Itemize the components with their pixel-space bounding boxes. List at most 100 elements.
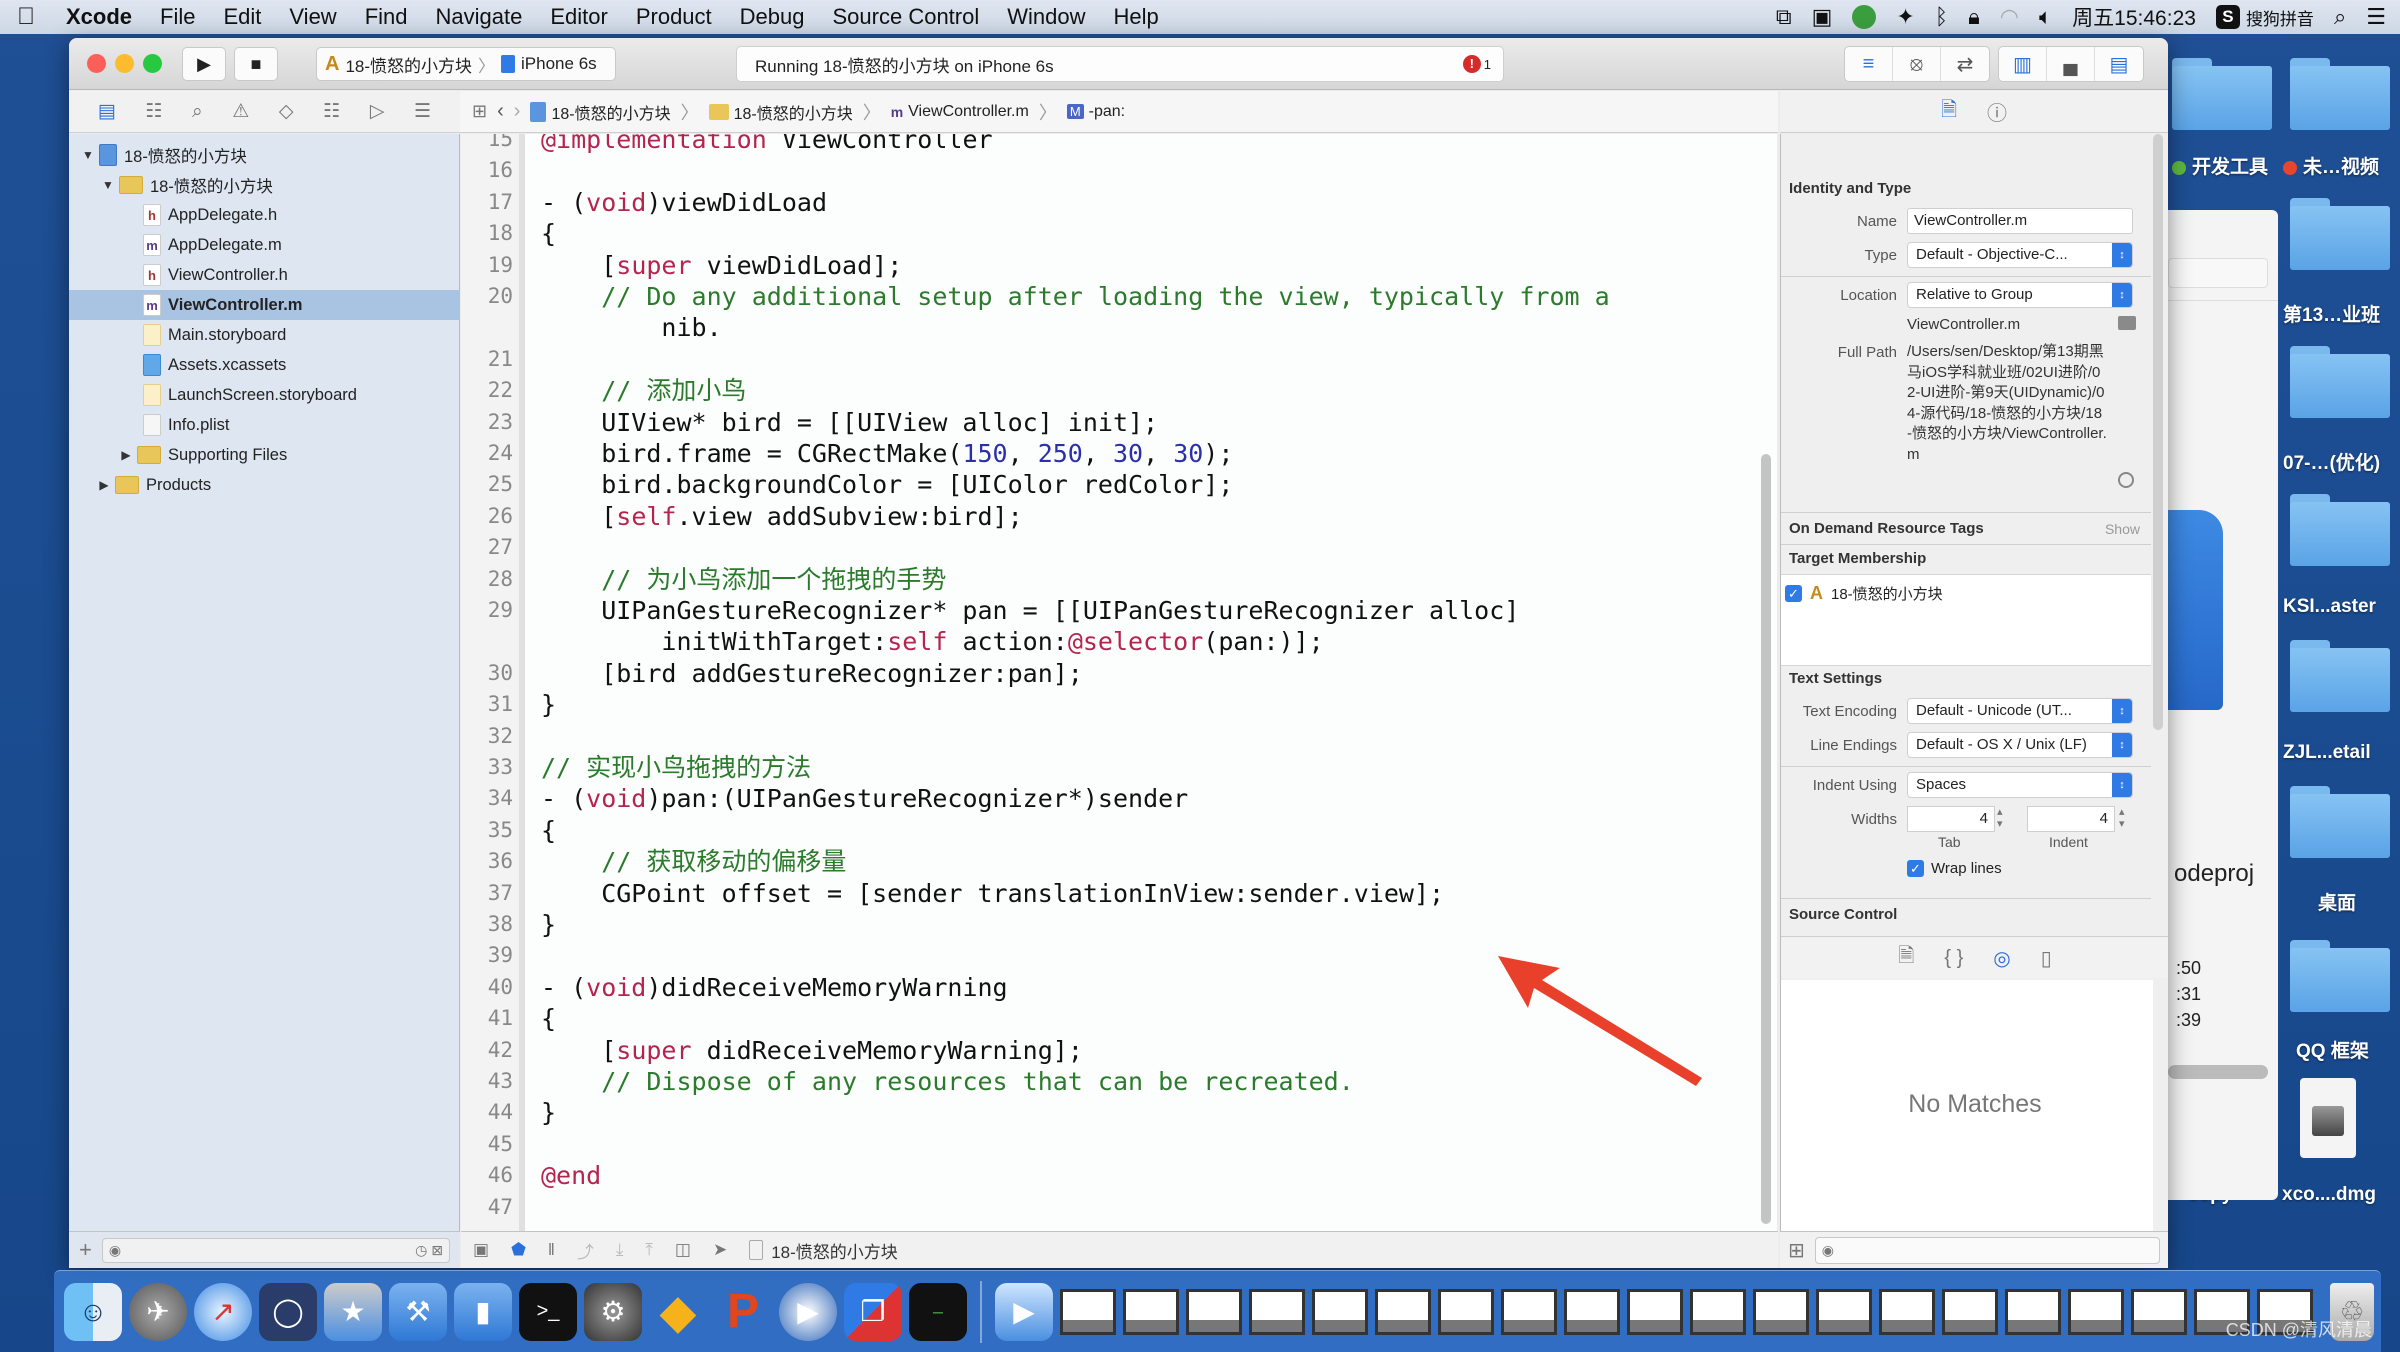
mouse-app-dock-icon[interactable]: ◯ [259, 1282, 317, 1341]
code-line[interactable]: 17 - (void)viewDidLoad [461, 187, 1751, 218]
fan-icon[interactable]: ✦ [1896, 4, 1914, 30]
code-line[interactable]: 46 @end [461, 1160, 1751, 1191]
related-items-icon[interactable]: ⊞ [472, 101, 487, 122]
minimized-window[interactable] [2068, 1288, 2124, 1335]
menu-navigate[interactable]: Navigate [422, 4, 537, 30]
minimized-window[interactable] [1438, 1288, 1494, 1335]
wifi-icon[interactable]: ◠ [2000, 4, 2019, 30]
minimized-window[interactable] [1249, 1288, 1305, 1335]
folder-icon[interactable] [2290, 940, 2390, 1012]
screen-record-icon[interactable]: ▣ [1812, 4, 1833, 30]
tab-width-stepper[interactable]: ▴ ▾ [1997, 806, 2009, 832]
version-editor-button[interactable]: ⇄ [1941, 47, 1989, 81]
assistant-editor-button[interactable]: ⦻ [1893, 47, 1941, 81]
wrap-lines-checkbox[interactable]: ✓ [1907, 860, 1924, 877]
project-navigator-icon[interactable]: ▤ [98, 100, 116, 123]
inspector-scrollbar[interactable] [2153, 134, 2163, 730]
code-line[interactable]: 34 - (void)pan:(UIPanGestureRecognizer*)s… [461, 783, 1751, 814]
tree-item-group[interactable]: ▶ Products [69, 470, 460, 500]
target-row[interactable]: ✓ A 18-愤怒的小方块 [1785, 583, 1943, 604]
back-button[interactable]: ‹ [497, 100, 504, 123]
media-player-dock-icon[interactable]: ▶ [995, 1282, 1053, 1341]
safari-dock-icon[interactable]: ↗ [194, 1282, 252, 1341]
breadcrumb-file[interactable]: m ViewController.m [891, 103, 1029, 121]
minimized-window[interactable] [1501, 1288, 1557, 1335]
desktop-item-label[interactable]: 07-…(优化) [2283, 448, 2380, 475]
minimized-window[interactable] [1564, 1288, 1620, 1335]
finder-item-label[interactable]: odeproj [2174, 860, 2254, 888]
folder-icon[interactable] [2290, 58, 2390, 130]
toggle-utilities-button[interactable]: ▤ [2095, 47, 2143, 81]
code-line[interactable]: 38} [461, 909, 1751, 940]
menu-debug[interactable]: Debug [726, 4, 819, 30]
tree-item-file[interactable]: Main.storyboard [69, 320, 460, 350]
tree-item-file[interactable]: m AppDelegate.m [69, 230, 460, 260]
bluetooth-icon[interactable]: ᛒ [1935, 4, 1948, 30]
folder-icon[interactable] [2172, 58, 2272, 130]
grid-view-icon[interactable]: ⊞ [1788, 1238, 1805, 1263]
forward-button[interactable]: › [514, 100, 521, 123]
code-line[interactable]: 31} [461, 689, 1751, 720]
code-line[interactable]: 27 [461, 532, 1751, 563]
code-line[interactable]: 47 [461, 1192, 1751, 1223]
code-line[interactable]: 19 [super viewDidLoad]; [461, 250, 1751, 281]
debug-navigator-icon[interactable]: ☷ [323, 100, 340, 123]
error-badge[interactable]: ! 1 [1462, 55, 1491, 73]
finder-horizontal-scrollbar[interactable] [2168, 1065, 2268, 1079]
launchpad-dock-icon[interactable]: ✈ [129, 1282, 187, 1341]
menu-view[interactable]: View [275, 4, 350, 30]
minimized-window[interactable] [1816, 1288, 1872, 1335]
toggle-debug-area-button[interactable]: ▄ [2047, 47, 2095, 81]
close-window-button[interactable] [87, 54, 106, 73]
minimized-window[interactable] [2131, 1288, 2187, 1335]
minimized-window[interactable] [1060, 1288, 1116, 1335]
code-line[interactable]: initWithTarget:self action:@selector(pan… [461, 626, 1751, 657]
menubar-clock[interactable]: 周五15:46:23 [2072, 2, 2196, 32]
target-checkbox[interactable]: ✓ [1785, 585, 1802, 602]
quicktime-dock-icon[interactable]: ▶ [779, 1282, 837, 1341]
find-navigator-icon[interactable]: ⌕ [192, 101, 203, 123]
desktop-item-label[interactable]: 未…视频 [2283, 152, 2379, 179]
desktop-item-label[interactable]: 桌面 [2318, 888, 2356, 915]
code-line[interactable]: 36 // 获取移动的偏移量 [461, 846, 1751, 877]
console-dock-icon[interactable]: ─ [909, 1282, 967, 1341]
minimized-window[interactable] [1186, 1288, 1242, 1335]
code-line[interactable]: 20 // Do any additional setup after load… [461, 281, 1751, 312]
toggle-navigator-button[interactable]: ▥ [1999, 47, 2047, 81]
tree-item-file-selected[interactable]: m ViewController.m [69, 290, 460, 320]
tree-item-project[interactable]: ▼ 18-愤怒的小方块 [69, 140, 460, 170]
finder-search-field[interactable] [2168, 258, 2268, 288]
menu-app-xcode[interactable]: Xcode [52, 4, 146, 30]
terminal-dock-icon[interactable]: >_ [519, 1282, 577, 1341]
location-popup[interactable]: Relative to Group ↕ [1907, 282, 2133, 308]
folder-icon[interactable] [2290, 346, 2390, 418]
breakpoints-toggle-icon[interactable]: ⬟ [511, 1240, 526, 1260]
breakpoint-navigator-icon[interactable]: ▷ [370, 100, 385, 123]
line-endings-popup[interactable]: Default - OS X / Unix (LF) ↕ [1907, 732, 2133, 758]
volume-icon[interactable]: 🔈︎ [2039, 4, 2052, 30]
status-app-icon[interactable] [1852, 5, 1877, 29]
xcode-dock-icon[interactable]: ⚒ [389, 1282, 447, 1341]
folder-icon[interactable] [2290, 786, 2390, 858]
step-over-icon[interactable]: ⤴ [577, 1238, 594, 1263]
run-button[interactable]: ▶ [182, 47, 226, 81]
library-filter-field[interactable]: ◉ [1814, 1236, 2160, 1264]
debug-target[interactable]: 18-愤怒的小方块 [749, 1238, 898, 1263]
navigator-filter-field[interactable]: ◉ ◷ ⊠ [101, 1237, 450, 1263]
folder-icon[interactable] [2290, 494, 2390, 566]
disclosure-collapsed-icon[interactable]: ▶ [119, 448, 133, 462]
code-line[interactable]: 25 bird.backgroundColor = [UIColor redCo… [461, 469, 1751, 500]
code-line[interactable]: 16 [461, 155, 1751, 186]
code-line[interactable]: 21 [461, 344, 1751, 375]
add-file-button[interactable]: + [79, 1237, 92, 1263]
minimized-window[interactable] [1942, 1288, 1998, 1335]
code-line[interactable]: 44} [461, 1097, 1751, 1128]
simulator-dock-icon[interactable]: ▮ [454, 1282, 512, 1341]
name-field[interactable]: ViewController.m [1907, 208, 2133, 234]
symbol-navigator-icon[interactable]: ☷ [145, 100, 162, 123]
lock-icon[interactable]: 🔒︎ [1968, 4, 1980, 30]
minimized-window[interactable] [1690, 1288, 1746, 1335]
menu-help[interactable]: Help [1100, 4, 1173, 30]
desktop-item-label[interactable]: 开发工具 [2172, 152, 2268, 179]
issue-navigator-icon[interactable]: ⚠︎ [232, 100, 249, 123]
